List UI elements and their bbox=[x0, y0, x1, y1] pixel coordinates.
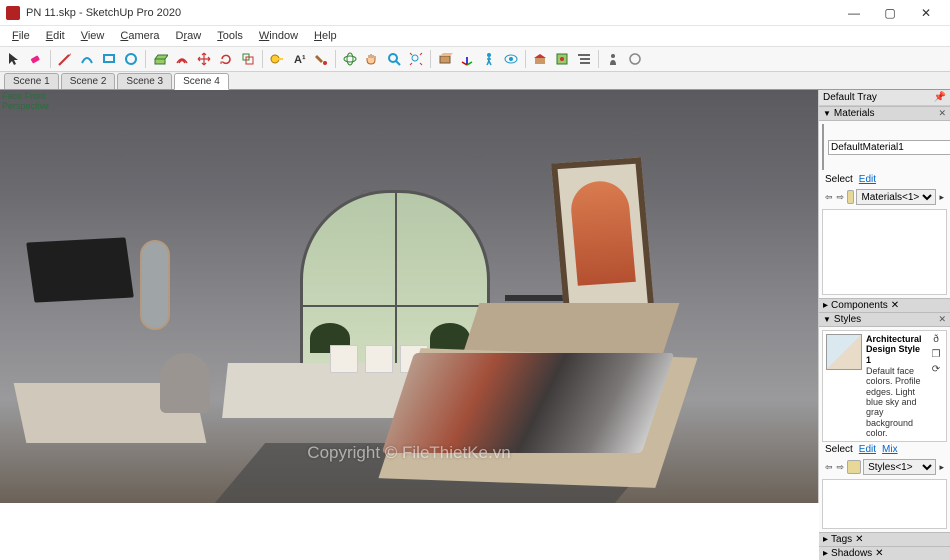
materials-back-icon[interactable]: ⇦ bbox=[824, 192, 834, 203]
styles-mix-tab[interactable]: Mix bbox=[882, 444, 898, 455]
menu-draw[interactable]: Draw bbox=[168, 28, 210, 44]
window-title: PN 11.skp - SketchUp Pro 2020 bbox=[26, 7, 836, 19]
eraser-tool-icon[interactable] bbox=[26, 49, 46, 69]
3d-viewport[interactable]: Face FrontPerspective FileThiết Kế.vn bbox=[0, 90, 818, 503]
panel-close-icon[interactable]: ✕ bbox=[938, 108, 946, 119]
material-name-input[interactable] bbox=[828, 140, 950, 155]
title-bar: PN 11.skp - SketchUp Pro 2020 — ▢ ✕ bbox=[0, 0, 950, 26]
look-tool-icon[interactable] bbox=[501, 49, 521, 69]
materials-home-icon[interactable] bbox=[847, 190, 854, 204]
materials-tabs: Select Edit bbox=[822, 172, 947, 187]
styles-panel-header[interactable]: ▼Styles✕ bbox=[819, 312, 950, 327]
text-tool-icon[interactable]: A¹ bbox=[289, 49, 309, 69]
scene-tab-2[interactable]: Scene 2 bbox=[61, 73, 116, 89]
warehouse-icon[interactable] bbox=[530, 49, 550, 69]
scene-tabs: Scene 1 Scene 2 Scene 3 Scene 4 bbox=[0, 72, 950, 90]
move-tool-icon[interactable] bbox=[194, 49, 214, 69]
styles-library-dropdown[interactable]: Styles<1> bbox=[863, 459, 936, 475]
scene-tab-3[interactable]: Scene 3 bbox=[117, 73, 172, 89]
styles-edit-tab[interactable]: Edit bbox=[859, 444, 876, 455]
rect-tool-icon[interactable] bbox=[99, 49, 119, 69]
scene-render bbox=[0, 90, 818, 503]
materials-panel-header[interactable]: ▼ Materials ✕ bbox=[819, 106, 950, 121]
walk-tool-icon[interactable] bbox=[479, 49, 499, 69]
collapse-icon: ▼ bbox=[823, 109, 831, 118]
scene-tab-4[interactable]: Scene 4 bbox=[174, 73, 229, 90]
tray-pin-icon[interactable]: 📌 bbox=[934, 92, 946, 103]
minimize-button[interactable]: — bbox=[836, 2, 872, 24]
extension-icon[interactable] bbox=[552, 49, 572, 69]
maximize-button[interactable]: ▢ bbox=[872, 2, 908, 24]
tray-header[interactable]: Default Tray 📌 bbox=[819, 90, 950, 106]
materials-edit-tab[interactable]: Edit bbox=[859, 174, 876, 185]
zoom-extents-icon[interactable] bbox=[406, 49, 426, 69]
shadows-panel-header[interactable]: ▸Shadows✕ bbox=[819, 546, 950, 560]
rotate-tool-icon[interactable] bbox=[216, 49, 236, 69]
select-tool-icon[interactable] bbox=[4, 49, 24, 69]
materials-library-dropdown[interactable]: Materials<1> bbox=[856, 189, 936, 205]
styles-select-tab[interactable]: Select bbox=[825, 444, 853, 455]
materials-menu-icon[interactable]: ▸ bbox=[938, 192, 945, 203]
menu-bar: File Edit View Camera Draw Tools Window … bbox=[0, 26, 950, 46]
style-update-icon[interactable]: ð bbox=[929, 334, 943, 346]
section-tool-icon[interactable] bbox=[435, 49, 455, 69]
default-tray: Default Tray 📌 ▼ Materials ✕ 👁 ❐ ◧ bbox=[818, 90, 950, 503]
extra-tool-icon[interactable] bbox=[625, 49, 645, 69]
menu-window[interactable]: Window bbox=[251, 28, 306, 44]
materials-fwd-icon[interactable]: ⇨ bbox=[836, 192, 846, 203]
orbit-tool-icon[interactable] bbox=[340, 49, 360, 69]
pushpull-tool-icon[interactable] bbox=[150, 49, 170, 69]
style-thumbnail[interactable] bbox=[826, 334, 862, 370]
menu-file[interactable]: File bbox=[4, 28, 38, 44]
menu-camera[interactable]: Camera bbox=[112, 28, 167, 44]
circle-tool-icon[interactable] bbox=[121, 49, 141, 69]
style-refresh-icon[interactable]: ⟳ bbox=[929, 364, 943, 376]
app-icon bbox=[6, 6, 20, 20]
outliner-icon[interactable] bbox=[574, 49, 594, 69]
person-icon[interactable] bbox=[603, 49, 623, 69]
style-new-icon[interactable]: ❐ bbox=[929, 349, 943, 361]
menu-help[interactable]: Help bbox=[306, 28, 345, 44]
arc-tool-icon[interactable] bbox=[77, 49, 97, 69]
menu-view[interactable]: View bbox=[73, 28, 113, 44]
styles-menu-icon[interactable]: ▸ bbox=[938, 462, 945, 473]
components-panel-header[interactable]: ▸Components✕ bbox=[819, 298, 950, 312]
svg-text:A¹: A¹ bbox=[294, 54, 306, 66]
offset-tool-icon[interactable] bbox=[172, 49, 192, 69]
style-name: Architectural Design Style 1 bbox=[866, 334, 925, 365]
style-description: Default face colors. Profile edges. Ligh… bbox=[866, 366, 925, 438]
line-tool-icon[interactable] bbox=[55, 49, 75, 69]
materials-grid[interactable] bbox=[822, 209, 947, 295]
styles-grid[interactable] bbox=[822, 479, 947, 529]
axis-tool-icon[interactable] bbox=[457, 49, 477, 69]
menu-tools[interactable]: Tools bbox=[209, 28, 251, 44]
close-button[interactable]: ✕ bbox=[908, 2, 944, 24]
zoom-tool-icon[interactable] bbox=[384, 49, 404, 69]
scale-tool-icon[interactable] bbox=[238, 49, 258, 69]
tape-tool-icon[interactable] bbox=[267, 49, 287, 69]
materials-select-tab[interactable]: Select bbox=[825, 174, 853, 185]
main-toolbar: A¹ bbox=[0, 46, 950, 72]
pan-tool-icon[interactable] bbox=[362, 49, 382, 69]
tags-panel-header[interactable]: ▸Tags✕ bbox=[819, 532, 950, 546]
styles-home-icon[interactable] bbox=[847, 460, 861, 474]
styles-fwd-icon[interactable]: ⇨ bbox=[836, 462, 846, 473]
menu-edit[interactable]: Edit bbox=[38, 28, 73, 44]
paint-tool-icon[interactable] bbox=[311, 49, 331, 69]
styles-back-icon[interactable]: ⇦ bbox=[824, 462, 834, 473]
material-swatch[interactable] bbox=[822, 124, 824, 170]
scene-tab-1[interactable]: Scene 1 bbox=[4, 73, 59, 89]
